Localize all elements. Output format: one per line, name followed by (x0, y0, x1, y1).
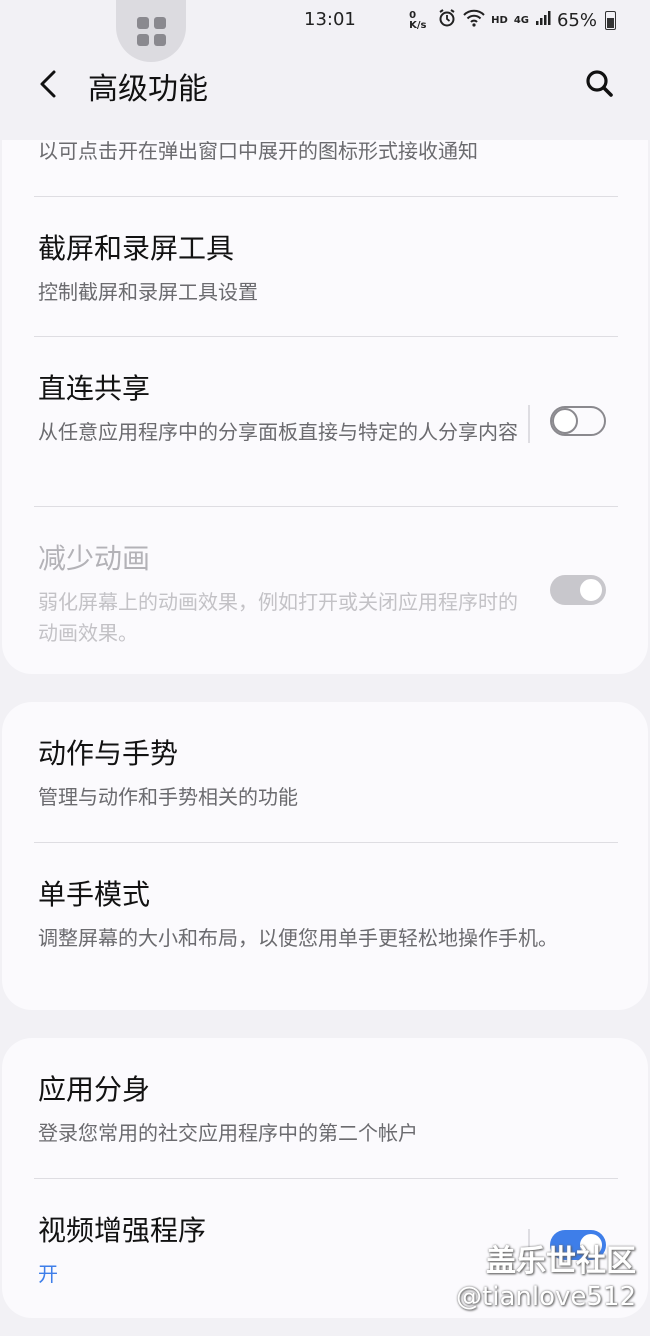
partial-subtitle: 以可点击开在弹出窗口中展开的图标形式接收通知 (38, 140, 478, 163)
item-title: 单手模式 (38, 878, 151, 911)
signal-icon (535, 10, 551, 31)
item-subtitle: 登录您常用的社交应用程序中的第二个帐户 (38, 1121, 418, 1145)
battery-percent: 65% (556, 10, 597, 31)
list-item-motions-gestures[interactable]: 动作与手势 管理与动作和手势相关的功能 (2, 702, 648, 842)
list-item-reduce-animations[interactable]: 减少动画 弱化屏幕上的动画效果，例如打开或关闭应用程序时的动画效果。 (2, 507, 648, 674)
search-button[interactable] (580, 64, 620, 104)
grid-icon (136, 16, 166, 46)
list-item-dual-messenger[interactable]: 应用分身 登录您常用的社交应用程序中的第二个帐户 (2, 1038, 648, 1178)
page-title: 高级功能 (88, 72, 208, 107)
item-title: 视频增强程序 (38, 1214, 207, 1247)
search-icon (586, 70, 613, 97)
item-title: 直连共享 (38, 372, 151, 405)
settings-card-1: 以可点击开在弹出窗口中展开的图标形式接收通知 截屏和录屏工具 控制截屏和录屏工具… (2, 140, 648, 674)
network-label: 4G (513, 14, 529, 26)
status-time: 13:01 (304, 9, 356, 30)
item-title: 截屏和录屏工具 (38, 232, 235, 265)
settings-card-2: 动作与手势 管理与动作和手势相关的功能 单手模式 调整屏幕的大小和布局，以便您用… (2, 702, 648, 1010)
list-item-screenshot-tools[interactable]: 截屏和录屏工具 控制截屏和录屏工具设置 (2, 197, 648, 337)
status-bar: 13:01 0 K/s HD 4G 65% (0, 0, 650, 40)
item-subtitle: 管理与动作和手势相关的功能 (38, 785, 298, 809)
item-subtitle: 弱化屏幕上的动画效果，例如打开或关闭应用程序时的动画效果。 (38, 590, 518, 645)
net-speed: 0 K/s (409, 9, 427, 31)
list-item-notification-partial[interactable]: 以可点击开在弹出窗口中展开的图标形式接收通知 (2, 140, 648, 196)
back-button[interactable] (30, 64, 70, 104)
reduce-animations-toggle[interactable] (550, 575, 606, 605)
wifi-icon (463, 9, 485, 32)
hd-label: HD (491, 14, 508, 26)
list-item-direct-share[interactable]: 直连共享 从任意应用程序中的分享面板直接与特定的人分享内容 (2, 337, 648, 507)
item-subtitle: 从任意应用程序中的分享面板直接与特定的人分享内容 (38, 420, 518, 444)
watermark-title: 盖乐世社区 (486, 1244, 636, 1279)
alarm-icon (437, 8, 457, 33)
item-status: 开 (38, 1262, 58, 1286)
app-bar: 高级功能 (0, 50, 650, 116)
status-icons: 0 K/s HD 4G 65% (409, 8, 616, 33)
item-title: 减少动画 (38, 542, 151, 575)
direct-share-toggle[interactable] (550, 406, 606, 436)
vertical-separator (528, 405, 530, 443)
item-subtitle: 调整屏幕的大小和布局，以便您用单手更轻松地操作手机。 (38, 926, 558, 950)
battery-icon (605, 11, 616, 30)
back-arrow-icon (40, 70, 56, 98)
item-subtitle: 控制截屏和录屏工具设置 (38, 280, 258, 304)
item-title: 动作与手势 (38, 737, 179, 770)
item-title: 应用分身 (38, 1073, 151, 1106)
watermark-handle: @tianlove512 (456, 1282, 636, 1312)
list-item-one-handed-mode[interactable]: 单手模式 调整屏幕的大小和布局，以便您用单手更轻松地操作手机。 (2, 843, 648, 1010)
